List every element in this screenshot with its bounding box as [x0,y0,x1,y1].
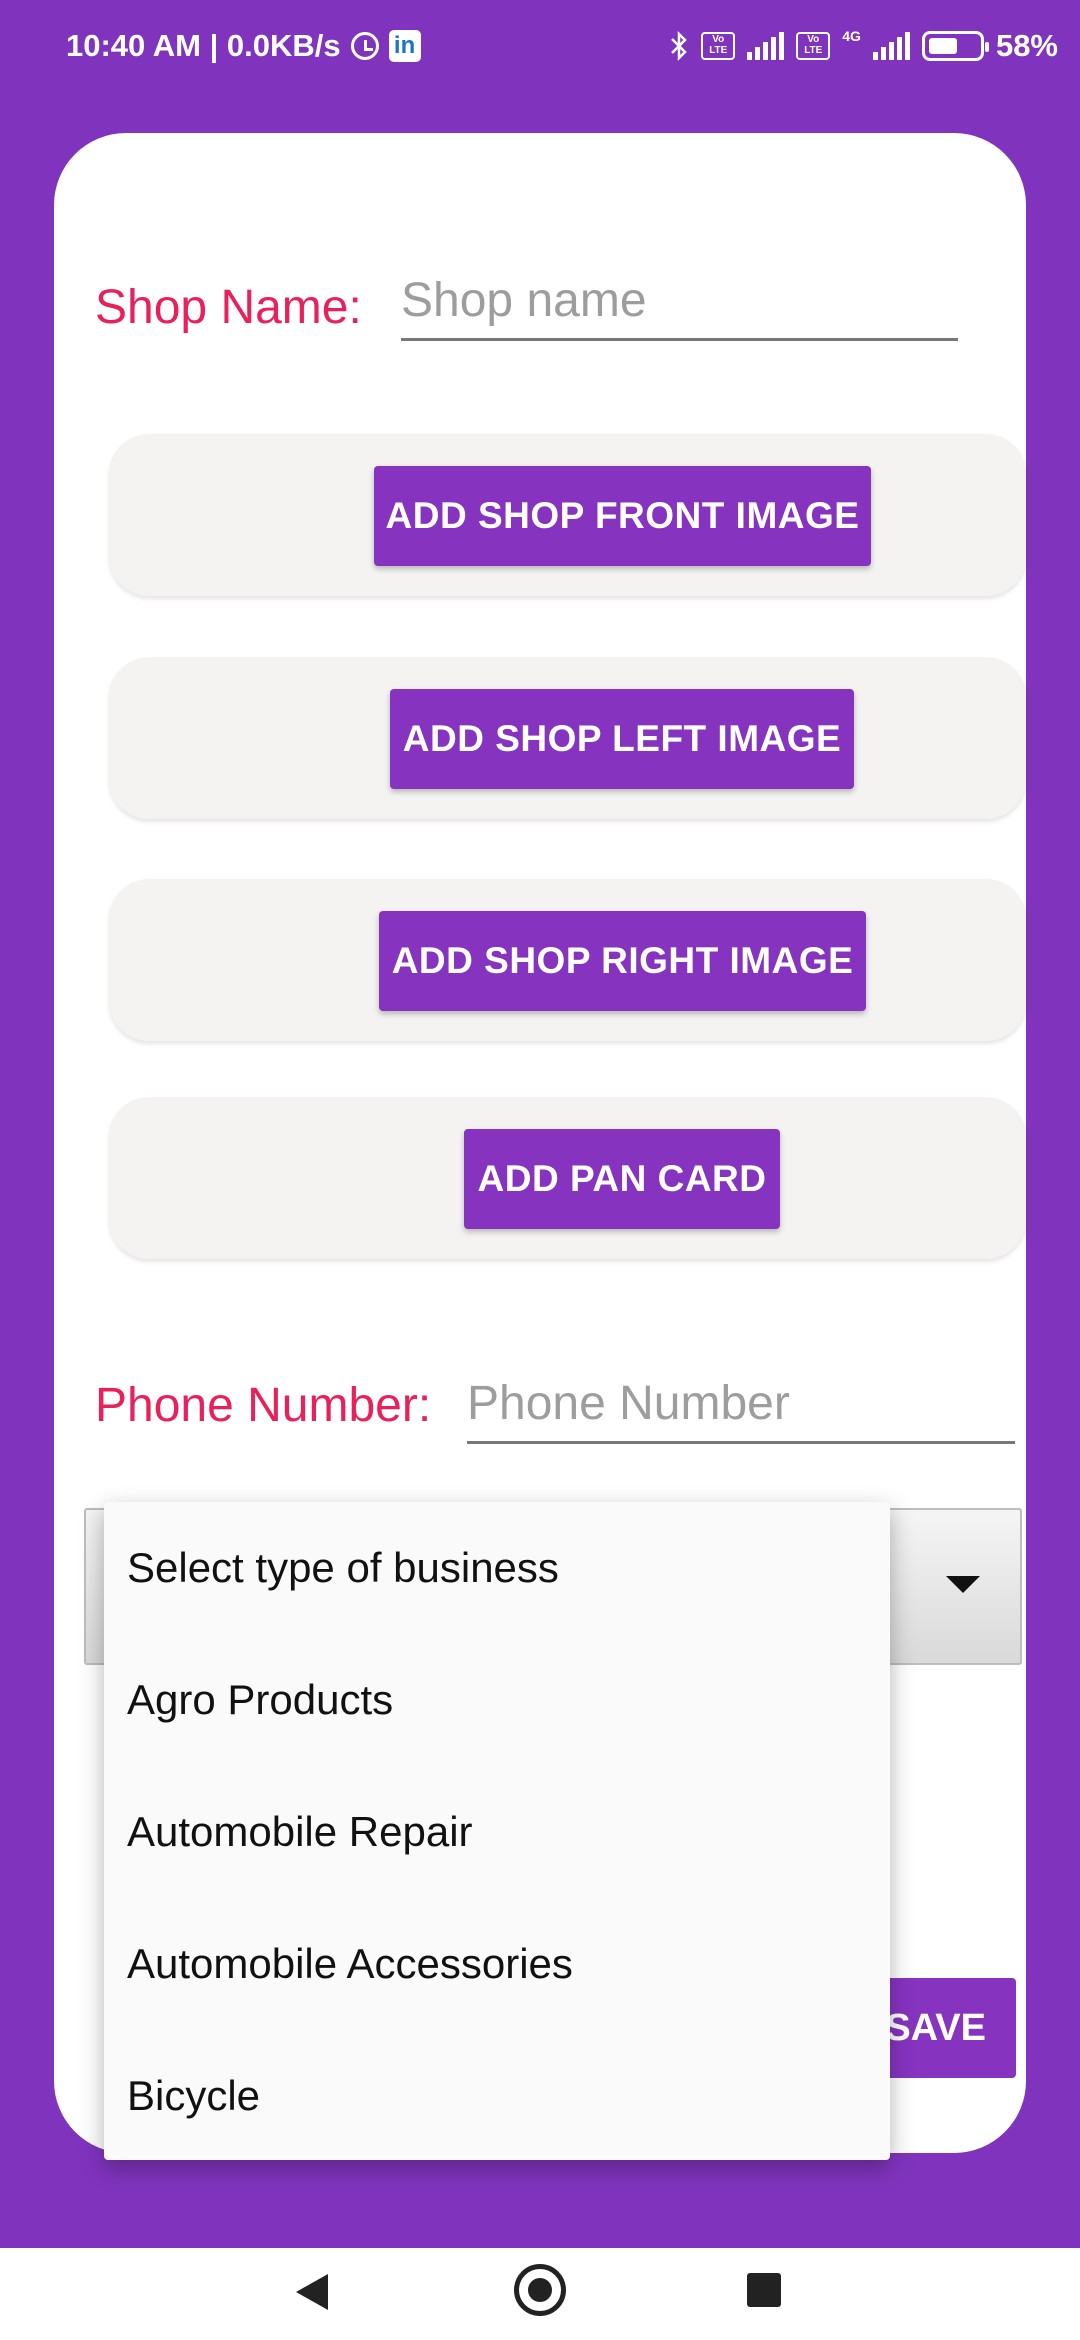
bluetooth-icon [671,31,688,61]
phone-number-input[interactable] [467,1376,1015,1444]
recents-icon[interactable] [747,2273,781,2307]
home-icon[interactable] [514,2264,566,2316]
pan-card-tile: ADD PAN CARD [109,1097,1026,1259]
battery-icon [921,31,989,61]
left-image-tile: ADD SHOP LEFT IMAGE [109,657,1026,819]
network-type: 4G [842,28,861,44]
dropdown-option-select[interactable]: Select type of business [104,1502,890,1634]
business-type-dropdown: Select type of business Agro Products Au… [104,1502,890,2160]
linkedin-icon: in [388,30,421,62]
dropdown-option-agro-products[interactable]: Agro Products [104,1634,890,1766]
status-time: 10:40 AM | 0.0KB/s [66,28,341,63]
status-bar: 10:40 AM | 0.0KB/s in Vo LTE Vo LTE 4G 5… [0,0,1080,96]
add-shop-front-image-button[interactable]: ADD SHOP FRONT IMAGE [374,466,871,566]
front-image-tile: ADD SHOP FRONT IMAGE [109,434,1026,596]
alarm-icon [350,32,379,60]
right-image-tile: ADD SHOP RIGHT IMAGE [109,879,1026,1041]
caret-down-icon [946,1576,980,1593]
phone-number-label: Phone Number: [95,1379,432,1432]
volte-icon-1: Vo LTE [701,32,736,60]
add-shop-right-image-button[interactable]: ADD SHOP RIGHT IMAGE [379,911,866,1011]
volte-icon-2: Vo LTE [796,32,831,60]
dropdown-option-automobile-repair[interactable]: Automobile Repair [104,1766,890,1898]
shop-name-input[interactable] [401,273,958,341]
navigation-bar [0,2248,1080,2340]
shop-name-label: Shop Name: [95,281,362,334]
signal-icon-2 [872,32,910,60]
signal-icon [747,32,785,60]
dropdown-option-automobile-accessories[interactable]: Automobile Accessories [104,1898,890,2030]
battery-level: 58% [995,28,1058,63]
add-shop-left-image-button[interactable]: ADD SHOP LEFT IMAGE [390,689,854,789]
add-pan-card-button[interactable]: ADD PAN CARD [464,1129,780,1229]
dropdown-option-bicycle[interactable]: Bicycle [104,2030,890,2162]
back-icon[interactable] [296,2274,328,2310]
